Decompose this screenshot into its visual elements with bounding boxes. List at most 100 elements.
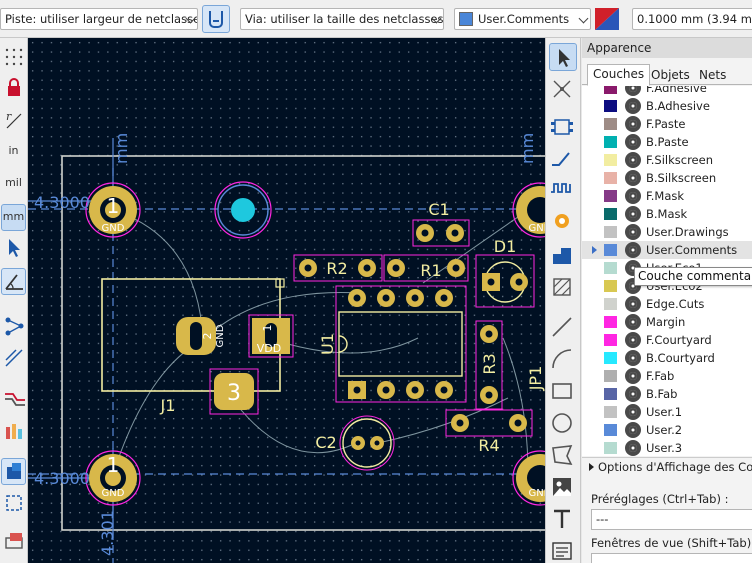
layer-row-user-2[interactable]: User.2	[582, 421, 752, 439]
layer-color-swatch[interactable]	[604, 100, 617, 112]
eye-icon[interactable]	[625, 206, 641, 222]
layer-color-swatch[interactable]	[604, 406, 617, 418]
add-footprint-button[interactable]	[549, 114, 577, 142]
j1-pad-3[interactable]: 3	[209, 368, 259, 415]
eye-icon[interactable]	[625, 386, 641, 402]
eye-icon[interactable]	[625, 440, 641, 456]
layer-color-swatch[interactable]	[604, 154, 617, 166]
layer-select[interactable]: User.Comments	[454, 8, 591, 30]
j1-pad-1[interactable]: 1 VDD	[248, 314, 294, 358]
layer-color-swatch[interactable]	[604, 226, 617, 238]
layer-color-swatch[interactable]	[604, 388, 617, 400]
draw-circle-button[interactable]	[549, 410, 577, 438]
ratsnest-curved-button[interactable]	[1, 346, 26, 373]
add-image-button[interactable]	[549, 474, 577, 502]
polar-coords-button[interactable]: r	[1, 108, 26, 135]
show-tracks-button[interactable]	[1, 386, 26, 413]
layer-row-f-courtyard[interactable]: F.Courtyard	[582, 331, 752, 349]
draw-arc-button[interactable]	[549, 346, 577, 374]
layer-color-swatch[interactable]	[604, 280, 617, 292]
eye-icon[interactable]	[625, 314, 641, 330]
select-tool-button[interactable]	[549, 43, 577, 71]
eye-icon[interactable]	[625, 422, 641, 438]
viewports-select[interactable]	[591, 553, 752, 563]
tab-layers[interactable]: Couches	[587, 64, 651, 86]
high-contrast-button[interactable]	[1, 458, 26, 485]
cursor-style-button[interactable]	[1, 236, 26, 263]
layer-color-swatch[interactable]	[604, 244, 617, 256]
draw-polygon-button[interactable]	[549, 442, 577, 470]
eye-icon[interactable]	[625, 98, 641, 114]
eye-icon[interactable]	[625, 368, 641, 384]
grid-size-select[interactable]: 0.1000 mm (3.94 mil)	[632, 8, 752, 30]
layer-color-swatch[interactable]	[604, 334, 617, 346]
layer-row-edge-cuts[interactable]: Edge.Cuts	[582, 295, 752, 313]
eye-icon[interactable]	[625, 152, 641, 168]
mounting-hole-tl[interactable]: 1 GND	[85, 182, 141, 238]
layer-color-swatch[interactable]	[604, 424, 617, 436]
add-via-button[interactable]	[549, 208, 577, 236]
eye-icon[interactable]	[625, 224, 641, 240]
layer-row-margin[interactable]: Margin	[582, 313, 752, 331]
layer-color-swatch[interactable]	[604, 190, 617, 202]
layer-color-swatch[interactable]	[604, 118, 617, 130]
measure-button[interactable]	[1, 268, 26, 295]
track-width-select[interactable]: Piste: utiliser largeur de netclasse	[0, 8, 198, 30]
show-zones-button[interactable]	[1, 418, 26, 445]
draw-line-button[interactable]	[549, 314, 577, 342]
layer-row-b-adhesive[interactable]: B.Adhesive	[582, 97, 752, 115]
layer-row-b-silkscreen[interactable]: B.Silkscreen	[582, 169, 752, 187]
units-mil-button[interactable]: mil	[1, 172, 26, 199]
pcb-canvas[interactable]: 1 GND 1 GND GND GND	[28, 38, 545, 563]
eye-icon[interactable]	[625, 332, 641, 348]
layer-row-b-fab[interactable]: B.Fab	[582, 385, 752, 403]
layer-row-user-drawings[interactable]: User.Drawings	[582, 223, 752, 241]
via-size-select[interactable]: Via: utiliser la taille des netclasses	[240, 8, 444, 30]
add-rule-area-button[interactable]	[549, 274, 577, 302]
layer-color-swatch[interactable]	[604, 370, 617, 382]
lock-grid-button[interactable]	[1, 76, 26, 103]
layer-row-user-3[interactable]: User.3	[582, 439, 752, 456]
layer-row-f-fab[interactable]: F.Fab	[582, 367, 752, 385]
layer-row-f-paste[interactable]: F.Paste	[582, 115, 752, 133]
layer-row-user-1[interactable]: User.1	[582, 403, 752, 421]
eye-icon[interactable]	[625, 116, 641, 132]
tab-nets[interactable]: Nets	[693, 65, 732, 85]
eye-icon[interactable]	[625, 350, 641, 366]
draw-rectangle-button[interactable]	[549, 378, 577, 406]
tab-objects[interactable]: Objets	[645, 65, 696, 85]
layer-color-swatch[interactable]	[604, 86, 617, 94]
layer-color-swatch[interactable]	[604, 442, 617, 454]
layer-color-swatch[interactable]	[604, 352, 617, 364]
layer-color-swatch[interactable]	[604, 136, 617, 148]
grid-toggle-button[interactable]	[1, 46, 26, 73]
eye-icon[interactable]	[625, 134, 641, 150]
layer-row-b-paste[interactable]: B.Paste	[582, 133, 752, 151]
ratsnest-button[interactable]	[1, 314, 26, 341]
layer-row-user-comments[interactable]: User.Comments	[582, 241, 752, 259]
eye-icon[interactable]	[625, 170, 641, 186]
presets-select[interactable]: ---	[591, 509, 752, 530]
auto-track-width-button[interactable]	[202, 5, 230, 33]
units-mm-button[interactable]: mm	[1, 204, 26, 231]
layer-color-swatch[interactable]	[604, 172, 617, 184]
layer-color-swatch[interactable]	[604, 298, 617, 310]
eye-icon[interactable]	[625, 86, 641, 96]
show-outlines-button[interactable]	[1, 492, 26, 519]
layer-row-b-courtyard[interactable]: B.Courtyard	[582, 349, 752, 367]
eye-icon[interactable]	[625, 242, 641, 258]
local-ratsnest-button[interactable]	[549, 76, 577, 104]
add-textbox-button[interactable]	[549, 538, 577, 563]
mounting-hole-bl[interactable]: 1 GND	[85, 450, 141, 506]
layer-pair-button[interactable]	[595, 8, 619, 30]
layer-row-f-adhesive[interactable]: F.Adhesive	[582, 86, 752, 97]
route-track-button[interactable]	[549, 145, 577, 173]
units-inch-button[interactable]: in	[1, 140, 26, 167]
eye-icon[interactable]	[625, 296, 641, 312]
add-text-button[interactable]	[549, 506, 577, 534]
layer-color-swatch[interactable]	[604, 262, 617, 274]
add-zone-button[interactable]	[549, 242, 577, 270]
eye-icon[interactable]	[625, 404, 641, 420]
display-options-toggle[interactable]: Options d'Affichage des Couches	[582, 457, 752, 475]
layer-color-swatch[interactable]	[604, 208, 617, 220]
